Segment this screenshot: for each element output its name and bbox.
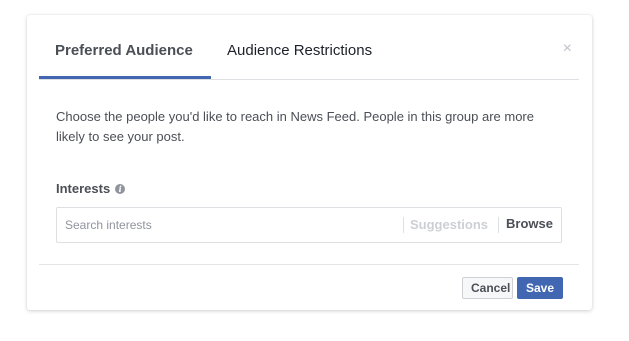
audience-description: Choose the people you'd like to reach in… bbox=[56, 109, 534, 144]
interests-heading: Interests i bbox=[56, 181, 126, 196]
footer-divider bbox=[39, 264, 579, 265]
audience-dialog: Preferred Audience Audience Restrictions… bbox=[27, 15, 592, 310]
cancel-button[interactable]: Cancel bbox=[462, 277, 513, 299]
tab-bar: Preferred Audience Audience Restrictions bbox=[39, 15, 579, 80]
interests-search-box: Suggestions Browse bbox=[56, 207, 562, 243]
interests-label: Interests bbox=[56, 181, 111, 196]
info-icon[interactable]: i bbox=[115, 183, 126, 194]
save-button[interactable]: Save bbox=[517, 277, 563, 299]
active-tab-indicator bbox=[39, 76, 211, 79]
divider bbox=[498, 217, 499, 233]
search-interests-input[interactable] bbox=[57, 208, 395, 242]
browse-link[interactable]: Browse bbox=[506, 216, 553, 231]
suggestions-link[interactable]: Suggestions bbox=[410, 217, 488, 232]
tab-audience-restrictions[interactable]: Audience Restrictions bbox=[227, 42, 372, 59]
close-icon[interactable]: × bbox=[563, 41, 572, 57]
tab-preferred-audience[interactable]: Preferred Audience bbox=[55, 42, 193, 59]
divider bbox=[403, 217, 404, 233]
